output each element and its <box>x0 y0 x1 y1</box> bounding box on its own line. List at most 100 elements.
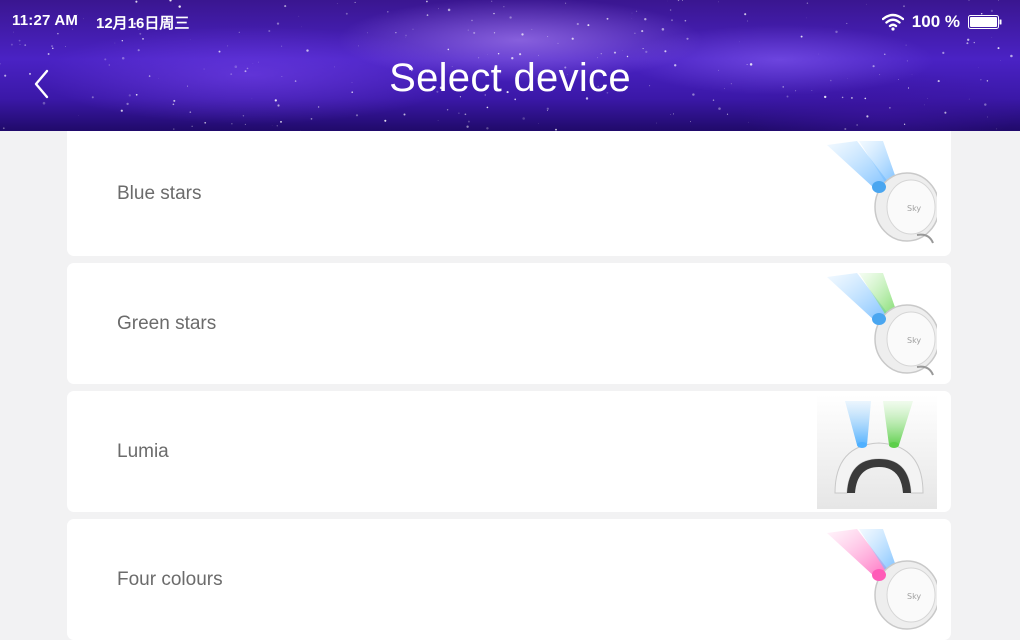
battery-percentage: 100 % <box>912 12 960 32</box>
device-item-four-colours[interactable]: Four colours Sky <box>67 519 951 640</box>
star-dot <box>565 3 566 4</box>
star-dot <box>718 107 721 110</box>
star-dot <box>866 115 868 117</box>
star-dot <box>944 112 946 114</box>
star-dot <box>644 18 646 20</box>
star-dot <box>404 114 406 116</box>
star-dot <box>52 48 53 49</box>
star-dot <box>974 42 975 43</box>
star-dot <box>807 2 808 3</box>
status-time: 11:27 AM <box>12 12 78 29</box>
star-dot <box>662 28 665 31</box>
star-dot <box>547 36 548 37</box>
device-label: Four colours <box>117 569 223 591</box>
star-dot <box>614 52 616 54</box>
star-dot <box>192 126 193 127</box>
device-item-blue-stars[interactable]: Blue stars Sky <box>67 131 951 256</box>
star-dot <box>884 54 885 55</box>
star-dot <box>277 22 279 24</box>
star-dot <box>718 2 719 3</box>
star-dot <box>284 5 286 7</box>
device-item-green-stars[interactable]: Green stars Sky <box>67 263 951 384</box>
star-dot <box>519 53 521 55</box>
star-dot <box>190 111 192 113</box>
star-dot <box>427 14 429 16</box>
star-dot <box>173 128 174 129</box>
star-dot <box>172 5 173 6</box>
device-label: Blue stars <box>117 183 201 205</box>
star-dot <box>138 49 140 51</box>
star-dot <box>178 5 180 7</box>
star-dot <box>547 108 549 110</box>
star-dot <box>83 18 84 19</box>
battery-icon <box>968 15 1002 29</box>
star-dot <box>65 46 66 47</box>
star-dot <box>685 20 687 22</box>
star-dot <box>747 21 748 22</box>
star-dot <box>818 54 819 55</box>
star-dot <box>998 0 999 1</box>
status-indicators: 100 % <box>882 11 1002 33</box>
star-dot <box>448 9 451 12</box>
star-dot <box>835 31 837 33</box>
star-dot <box>645 51 647 53</box>
star-dot <box>727 114 728 115</box>
star-dot <box>673 113 674 114</box>
star-dot <box>987 117 988 118</box>
star-dot <box>744 13 746 15</box>
star-dot <box>448 49 450 51</box>
device-item-lumia[interactable]: Lumia <box>67 391 951 512</box>
star-dot <box>547 110 548 111</box>
star-dot <box>115 43 116 44</box>
star-dot <box>558 43 559 44</box>
star-dot <box>20 44 21 45</box>
star-dot <box>306 49 308 51</box>
star-dot <box>438 120 439 121</box>
star-dot <box>204 122 206 124</box>
star-dot <box>493 13 494 14</box>
star-dot <box>384 120 386 122</box>
star-dot <box>634 33 635 34</box>
star-dot <box>173 103 175 105</box>
star-dot <box>277 125 278 126</box>
star-projector-blue-image: Sky <box>817 135 937 249</box>
star-dot <box>126 103 128 105</box>
star-dot <box>670 114 671 115</box>
star-dot <box>468 121 470 123</box>
star-dot <box>135 1 137 3</box>
header-banner: 11:27 AM 12月16日周三 100 % Select device <box>0 0 1020 131</box>
star-dot <box>636 11 637 12</box>
star-dot <box>473 32 475 34</box>
star-dot <box>967 39 969 41</box>
star-dot <box>622 50 623 51</box>
star-dot <box>405 35 407 37</box>
star-dot <box>239 32 240 33</box>
star-dot <box>412 29 413 30</box>
device-label: Green stars <box>117 313 216 335</box>
star-dot <box>607 18 609 20</box>
star-dot <box>243 115 244 116</box>
star-dot <box>686 38 688 40</box>
star-dot <box>358 46 359 47</box>
star-dot <box>231 123 232 124</box>
star-dot <box>577 23 579 25</box>
star-dot <box>447 109 448 110</box>
star-dot <box>24 44 26 46</box>
star-dot <box>466 126 468 128</box>
star-dot <box>587 24 589 26</box>
star-dot <box>281 46 282 47</box>
device-label: Lumia <box>117 441 169 463</box>
star-dot <box>458 113 459 114</box>
star-dot <box>169 0 171 2</box>
star-dot <box>387 11 389 13</box>
lumia-projector-image <box>817 395 937 509</box>
star-dot <box>984 103 986 105</box>
star-dot <box>656 123 657 124</box>
star-dot <box>465 113 467 115</box>
star-dot <box>367 32 368 33</box>
wifi-icon <box>882 13 904 31</box>
star-dot <box>522 117 525 120</box>
star-dot <box>601 53 602 54</box>
star-dot <box>521 33 523 35</box>
star-dot <box>395 32 396 33</box>
